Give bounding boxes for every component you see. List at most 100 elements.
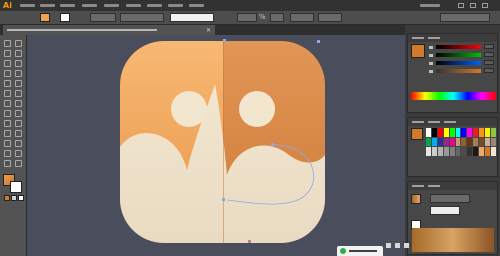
blend-tool-icon[interactable] bbox=[4, 140, 11, 147]
menu-object[interactable] bbox=[60, 4, 75, 7]
blue-slider[interactable] bbox=[436, 61, 481, 65]
menu-file[interactable] bbox=[20, 4, 35, 7]
gradient-panel-tabbar[interactable] bbox=[408, 182, 497, 190]
red-slider[interactable] bbox=[436, 45, 481, 49]
menu-edit[interactable] bbox=[40, 4, 55, 7]
stroke-color-box[interactable] bbox=[10, 181, 22, 193]
current-swatch[interactable] bbox=[411, 128, 423, 140]
paintbrush-tool-icon[interactable] bbox=[4, 80, 11, 87]
pencil-tool-icon[interactable] bbox=[15, 80, 22, 87]
opacity-field[interactable] bbox=[237, 13, 257, 22]
red-value[interactable] bbox=[484, 44, 494, 49]
artboard-tool-icon[interactable] bbox=[15, 150, 22, 157]
anchor-point bbox=[222, 198, 225, 201]
green-value[interactable] bbox=[484, 52, 494, 57]
color-panel-tabbar[interactable] bbox=[408, 34, 497, 42]
swatches-panel-tabbar[interactable] bbox=[408, 118, 497, 126]
artboard-canvas[interactable] bbox=[27, 35, 405, 256]
right-eye-circle bbox=[239, 91, 275, 127]
menu-view[interactable] bbox=[147, 4, 162, 7]
eyedropper-tool-icon[interactable] bbox=[15, 130, 22, 137]
ime-shortcut-block[interactable] bbox=[386, 243, 391, 248]
stroke-weight-field[interactable] bbox=[90, 13, 116, 22]
maximize-button[interactable] bbox=[470, 3, 476, 8]
symbol-sprayer-tool-icon[interactable] bbox=[15, 140, 22, 147]
magic-wand-tool-icon[interactable] bbox=[4, 50, 11, 57]
rounded-square-icon bbox=[120, 41, 325, 243]
ime-status bbox=[349, 250, 377, 252]
gradient-angle-field[interactable] bbox=[430, 206, 460, 215]
color-mode-button[interactable] bbox=[4, 195, 10, 201]
gradient-slider[interactable] bbox=[412, 228, 494, 252]
menu-bar: Ai bbox=[0, 0, 500, 11]
input-method-bar[interactable] bbox=[337, 246, 383, 256]
width-tool-icon[interactable] bbox=[15, 100, 22, 107]
gradient-mode-button[interactable] bbox=[11, 195, 17, 201]
stroke-color-swatch[interactable] bbox=[60, 13, 70, 22]
menu-select[interactable] bbox=[104, 4, 119, 7]
brush-definition[interactable] bbox=[170, 13, 214, 22]
selection-tool-icon[interactable] bbox=[4, 40, 11, 47]
ime-logo-icon bbox=[340, 248, 346, 254]
direct-selection-tool-icon[interactable] bbox=[15, 40, 22, 47]
gradient-swatch[interactable] bbox=[411, 194, 421, 204]
opacity-percent-label: % bbox=[259, 13, 266, 21]
menu-window[interactable] bbox=[168, 4, 183, 7]
menu-type[interactable] bbox=[82, 4, 97, 7]
panel-dock bbox=[405, 25, 500, 256]
hand-tool-icon[interactable] bbox=[4, 160, 11, 167]
anchor-point bbox=[271, 143, 274, 146]
center-seam bbox=[223, 41, 224, 243]
swatch-grid[interactable] bbox=[426, 128, 496, 156]
zoom-tool-icon[interactable] bbox=[15, 160, 22, 167]
rectangle-tool-icon[interactable] bbox=[15, 70, 22, 77]
pen-tool-icon[interactable] bbox=[4, 60, 11, 67]
minimize-button[interactable] bbox=[458, 3, 464, 8]
left-eye-circle bbox=[171, 91, 207, 127]
fill-color-swatch[interactable] bbox=[40, 13, 50, 22]
hex-slider[interactable] bbox=[436, 69, 481, 73]
gradient-tool-icon[interactable] bbox=[4, 130, 11, 137]
control-panel: % bbox=[0, 11, 500, 25]
gradient-type-select[interactable] bbox=[430, 194, 470, 203]
type-tool-icon[interactable] bbox=[15, 60, 22, 67]
menu-help[interactable] bbox=[189, 4, 204, 7]
rotate-tool-icon[interactable] bbox=[15, 90, 22, 97]
column-graph-tool-icon[interactable] bbox=[4, 150, 11, 157]
color-spectrum[interactable] bbox=[411, 92, 496, 100]
ime-shortcut-block[interactable] bbox=[404, 243, 409, 248]
gradient-panel bbox=[407, 181, 498, 255]
document-tab-title bbox=[7, 29, 157, 31]
menu-effect[interactable] bbox=[126, 4, 141, 7]
preferences-button[interactable] bbox=[318, 13, 342, 22]
none-mode-button[interactable] bbox=[18, 195, 24, 201]
color-panel bbox=[407, 33, 498, 113]
perspective-tool-icon[interactable] bbox=[4, 120, 11, 127]
variable-width-profile[interactable] bbox=[120, 13, 164, 22]
anchor-point bbox=[317, 40, 320, 43]
hex-value[interactable] bbox=[484, 68, 494, 73]
document-tab-row: ✕ bbox=[0, 25, 405, 35]
close-window-button[interactable] bbox=[482, 3, 488, 8]
blue-value[interactable] bbox=[484, 60, 494, 65]
scale-tool-icon[interactable] bbox=[4, 100, 11, 107]
anchor-point bbox=[248, 240, 251, 243]
swatches-panel bbox=[407, 117, 498, 177]
green-slider[interactable] bbox=[436, 53, 481, 57]
lasso-tool-icon[interactable] bbox=[15, 50, 22, 57]
workspace-switcher[interactable] bbox=[420, 4, 440, 7]
tools-panel bbox=[0, 35, 27, 256]
document-tab[interactable]: ✕ bbox=[3, 25, 215, 35]
document-setup-button[interactable] bbox=[290, 13, 314, 22]
free-transform-tool-icon[interactable] bbox=[4, 110, 11, 117]
style-picker[interactable] bbox=[270, 13, 284, 22]
eraser-tool-icon[interactable] bbox=[4, 90, 11, 97]
line-tool-icon[interactable] bbox=[4, 70, 11, 77]
mesh-tool-icon[interactable] bbox=[15, 120, 22, 127]
shape-builder-tool-icon[interactable] bbox=[15, 110, 22, 117]
ime-shortcut-block[interactable] bbox=[395, 243, 400, 248]
color-preview[interactable] bbox=[411, 44, 425, 58]
arrange-documents-button[interactable] bbox=[440, 13, 490, 22]
anchor-point bbox=[223, 39, 226, 42]
close-icon[interactable]: ✕ bbox=[206, 27, 211, 34]
